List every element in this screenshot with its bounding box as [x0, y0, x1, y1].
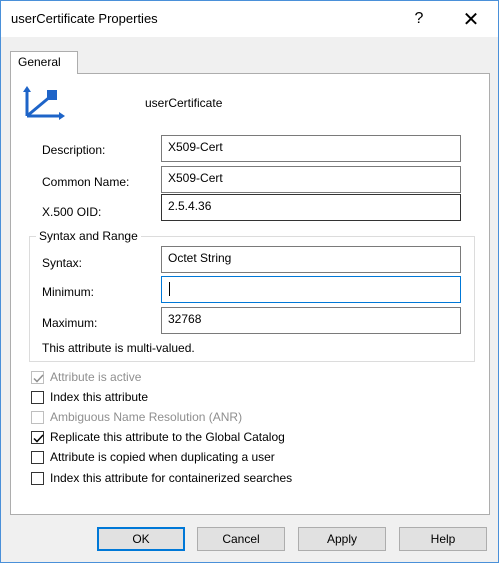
- index-attribute-checkbox[interactable]: Index this attribute: [31, 389, 148, 405]
- attribute-name: userCertificate: [145, 96, 223, 110]
- minimum-field[interactable]: [161, 276, 461, 303]
- checkbox-box: [31, 410, 44, 424]
- checkbox-box: [31, 471, 44, 485]
- anr-checkbox[interactable]: Ambiguous Name Resolution (ANR): [31, 409, 242, 425]
- checkbox-box: [31, 430, 44, 444]
- checkbox-box: [31, 450, 44, 464]
- properties-dialog: userCertificate Properties ? ✕ General u…: [0, 0, 499, 563]
- checkmark-icon: [33, 433, 44, 443]
- title-bar: userCertificate Properties ? ✕: [1, 1, 498, 37]
- close-icon: ✕: [462, 8, 480, 31]
- description-label: Description:: [42, 143, 106, 157]
- cancel-button[interactable]: Cancel: [197, 527, 285, 551]
- question-mark-icon: ?: [414, 10, 424, 27]
- tab-general[interactable]: General: [10, 51, 78, 74]
- ok-button[interactable]: OK: [97, 527, 185, 551]
- maximum-label: Maximum:: [42, 316, 98, 330]
- syntax-field[interactable]: Octet String: [161, 246, 461, 273]
- checkbox-box: [31, 390, 44, 404]
- description-field[interactable]: X509-Cert: [161, 135, 461, 162]
- syntax-range-title: Syntax and Range: [36, 229, 141, 243]
- checkbox-label: Attribute is active: [50, 370, 142, 384]
- help-button[interactable]: Help: [399, 527, 487, 551]
- apply-button[interactable]: Apply: [298, 527, 386, 551]
- replicate-gc-checkbox[interactable]: Replicate this attribute to the Global C…: [31, 429, 285, 445]
- multi-valued-text: This attribute is multi-valued.: [42, 341, 195, 355]
- common-name-field[interactable]: X509-Cert: [161, 166, 461, 193]
- window-title: userCertificate Properties: [11, 11, 158, 26]
- oid-label: X.500 OID:: [42, 205, 102, 219]
- checkbox-label: Index this attribute: [50, 390, 149, 404]
- text-caret: [169, 282, 170, 296]
- minimum-label: Minimum:: [42, 285, 95, 299]
- close-button[interactable]: ✕: [449, 4, 493, 34]
- containerized-search-checkbox[interactable]: Index this attribute for containerized s…: [31, 470, 292, 486]
- attribute-active-checkbox[interactable]: Attribute is active: [31, 369, 141, 385]
- checkbox-box: [31, 370, 44, 384]
- help-title-button[interactable]: ?: [397, 4, 441, 34]
- maximum-field[interactable]: 32768: [161, 307, 461, 334]
- copy-on-duplicate-checkbox[interactable]: Attribute is copied when duplicating a u…: [31, 449, 275, 465]
- common-name-label: Common Name:: [42, 175, 130, 189]
- checkbox-label: Index this attribute for containerized s…: [50, 471, 293, 485]
- checkmark-icon: [33, 373, 44, 383]
- checkbox-label: Ambiguous Name Resolution (ANR): [50, 410, 243, 424]
- oid-field[interactable]: 2.5.4.36: [161, 194, 461, 221]
- attribute-icon: [23, 84, 71, 129]
- checkbox-label: Attribute is copied when duplicating a u…: [50, 450, 275, 464]
- checkbox-label: Replicate this attribute to the Global C…: [50, 430, 285, 444]
- syntax-label: Syntax:: [42, 256, 83, 270]
